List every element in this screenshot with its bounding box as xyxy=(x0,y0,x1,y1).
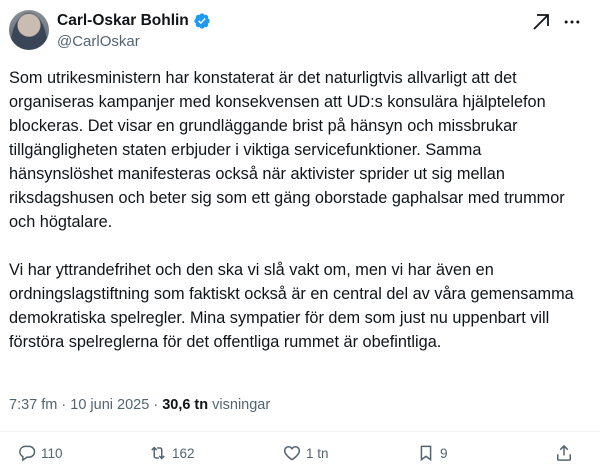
post-meta: 7:37 fm · 10 juni 2025 · 30,6 tn visning… xyxy=(9,395,270,415)
avatar[interactable] xyxy=(9,10,49,50)
more-icon[interactable] xyxy=(560,10,584,34)
like-button[interactable]: 1 tn xyxy=(282,443,329,463)
like-count: 1 tn xyxy=(306,445,329,461)
grok-icon[interactable] xyxy=(529,10,553,34)
divider xyxy=(0,431,600,432)
reply-button[interactable]: 110 xyxy=(17,443,63,463)
post-date[interactable]: 10 juni 2025 xyxy=(70,397,149,413)
bookmark-count: 9 xyxy=(440,445,448,461)
share-button[interactable] xyxy=(554,443,574,463)
views-label: visningar xyxy=(212,397,271,413)
share-icon xyxy=(557,444,571,461)
reply-icon xyxy=(19,445,36,462)
repost-icon xyxy=(151,446,165,460)
meta-separator: · xyxy=(61,397,67,413)
meta-separator: · xyxy=(153,397,159,413)
post-paragraph-1: Som utrikesministern har konstaterat är … xyxy=(9,69,565,231)
author-handle[interactable]: @CarlOskar xyxy=(57,32,140,51)
post-time[interactable]: 7:37 fm xyxy=(9,397,57,413)
bookmark-button[interactable]: 9 xyxy=(416,443,448,463)
bookmark-icon xyxy=(420,445,432,462)
like-icon xyxy=(283,445,301,461)
repost-count: 162 xyxy=(172,445,195,461)
author-name-row: Carl-Oskar Bohlin xyxy=(57,11,211,31)
post-text: Som utrikesministern har konstaterat är … xyxy=(9,66,579,378)
verified-badge-icon xyxy=(194,13,210,29)
repost-button[interactable]: 162 xyxy=(148,443,195,463)
views-count: 30,6 tn xyxy=(162,397,209,413)
reply-count: 110 xyxy=(41,445,63,461)
post-card: Carl-Oskar Bohlin @CarlOskar Som utrikes… xyxy=(0,0,600,471)
author-name[interactable]: Carl-Oskar Bohlin xyxy=(57,11,189,31)
post-paragraph-2: Vi har yttrandefrihet och den ska vi slå… xyxy=(9,261,574,351)
action-bar: 110 162 1 tn 9 xyxy=(0,443,600,471)
